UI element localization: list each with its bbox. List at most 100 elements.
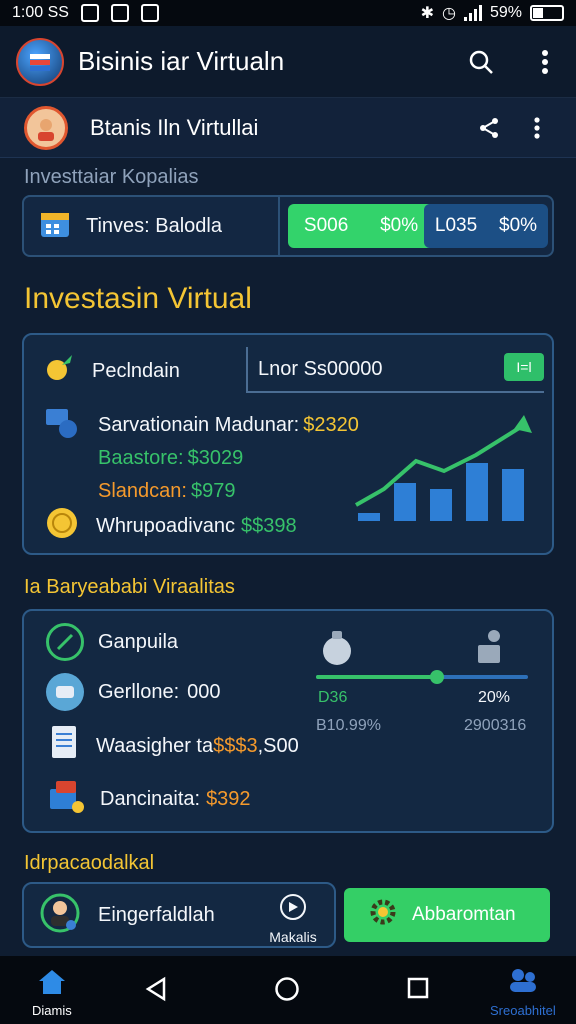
card2-row2-value: 000 [187,680,221,703]
more-vert-icon-2[interactable] [522,113,552,143]
card1-row3-label: Baastore: [98,447,184,469]
card1-row2-label: Sarvationain Madunar: [98,413,300,436]
card1-row3-value: $3029 [187,447,244,469]
sub-title: Btanis Iln Virtullai [90,114,259,140]
card2-row3-label: Waasigher ta$$$3,S00 [96,734,299,757]
card2-row2-label: Gerllone: [98,680,180,703]
makalis-label: Makalis [269,929,317,945]
nav-profile-label: Sreoabhitel [490,1003,556,1018]
card1-row-1: Peclndain [42,351,180,391]
nav-home-circle[interactable] [274,976,300,1007]
share-icon[interactable] [474,113,504,143]
card1-row5-value: $$398 [240,514,297,537]
profile-avatar-icon [38,891,82,940]
app-title: Bisinis iar Virtualn [78,46,285,76]
card2-row1-label: Ganpuila [98,630,179,653]
app-logo-icon [16,37,64,86]
document-icon [46,723,82,769]
profile-card-label: Eingerfaldlah [98,903,215,926]
blue-pill-left: L035 [434,215,478,236]
nav-home[interactable]: Diamis [32,968,72,1018]
avatar-icon[interactable] [24,105,68,150]
notification-icon [80,4,99,22]
people-icon [506,966,540,1001]
card2-row-2: Gerllone: 000 [46,673,221,711]
card1-row2-value: $2320 [303,413,359,436]
home-icon [37,968,67,1001]
search-icon[interactable] [466,47,496,77]
more-vert-icon[interactable] [530,47,560,77]
action-button[interactable]: Abbaromtan [344,888,550,942]
virtual-assets-card[interactable]: Ganpuila Gerllone: 000 Waasigher ta$$$3,… [22,609,554,833]
right-value: 20% [478,689,511,706]
card2-row-4: Dancinaita: $392 [46,777,251,821]
blocks-icon [42,405,82,445]
nav-recents[interactable] [406,976,430,1005]
left-value: D36 [318,689,348,706]
card1-row1-label: Peclndain [92,359,180,382]
allocation-slider[interactable] [316,670,528,684]
card1-row4-label: Slandcan: [98,480,187,502]
investment-name: Tinves: Balodla [86,214,222,237]
card1-row4-value: $979 [190,480,236,502]
arrow-circle-icon [278,892,308,925]
battery-percent: 59% [489,4,522,21]
section-label-3: Idrpacaodalkal [24,852,155,874]
money-bag-icon [320,627,354,672]
app-bar: Bisinis iar Virtualn [0,26,576,98]
gear-icon [368,897,398,933]
blue-pill-right: $0% [499,215,538,236]
card1-row5-label: Whrupoadivanc [96,514,235,537]
investment-card[interactable]: Peclndain Lnor Ss00000 I=l Sarvationain … [22,333,554,555]
gift-box-icon [46,777,86,821]
action-button-label: Abbaromtan [412,904,516,925]
card1-row-5: Whrupoadivanc $$398 [44,505,297,547]
rocket-icon [42,351,76,391]
makalis-button[interactable]: Makalis [258,892,328,945]
growth-circle-icon [46,623,84,661]
chart-bar-4 [466,463,488,521]
green-stat-pill[interactable]: S006 $0% [288,204,434,248]
calendar-icon [38,207,72,246]
lnor-field[interactable]: Lnor Ss00000 I=l [246,347,544,393]
alarm-icon: ◷ [442,5,456,22]
chart-bar-2 [394,483,416,521]
nav-home-label: Diamis [32,1003,72,1018]
battery-icon [530,5,564,21]
wallet-icon [46,673,84,711]
card1-row-2: Sarvationain Madunar: $2320 [42,405,359,445]
status-bar: 1:00 SS ✱ ◷ 59% [0,0,576,26]
bottom-navigation: Diamis Sreoabhitel [0,956,576,1024]
signal-icon [463,5,482,21]
slider-knob[interactable] [429,670,444,684]
left-sub: B10.99% [316,717,381,734]
recents-square-icon [406,976,430,1005]
green-pill-left: S006 [303,215,349,236]
investment-name-cell[interactable]: Tinves: Balodla [24,197,280,255]
notification-icon-2 [110,4,129,22]
profile-card[interactable]: Eingerfaldlah Makalis [22,882,336,948]
status-time: 1:00 SS [12,4,69,21]
slider-fill [316,675,437,679]
mini-badge[interactable]: I=l [504,353,544,381]
green-pill-right: $0% [380,215,419,236]
bluetooth-icon: ✱ [420,5,434,22]
chart-bar-3 [430,489,452,521]
back-triangle-icon [144,976,170,1007]
card2-row-3: Waasigher ta$$$3,S00 [46,723,299,769]
home-circle-icon [274,976,300,1007]
section-label-2: Ia Baryeababi Viraalitas [24,576,235,598]
section-label-investments: Investtaiar Kopalias [24,166,199,188]
lnor-value: Lnor Ss00000 [258,357,383,380]
card1-row-3: Baastore: $3029 [98,447,243,470]
card2-row4-value: $392 [206,787,251,810]
user-group-icon [474,629,508,670]
nav-profile[interactable]: Sreoabhitel [490,966,556,1018]
blue-stat-pill[interactable]: L035 $0% [424,204,548,248]
sub-header: Btanis Iln Virtullai [0,98,576,158]
right-sub: 2900316 [464,717,527,734]
investment-summary-row[interactable]: Tinves: Balodla S006 $0% L035 $0% [22,195,554,257]
nav-back[interactable] [144,976,170,1007]
card2-row-1: Ganpuila [46,623,178,661]
chart-bar-5 [502,469,524,521]
